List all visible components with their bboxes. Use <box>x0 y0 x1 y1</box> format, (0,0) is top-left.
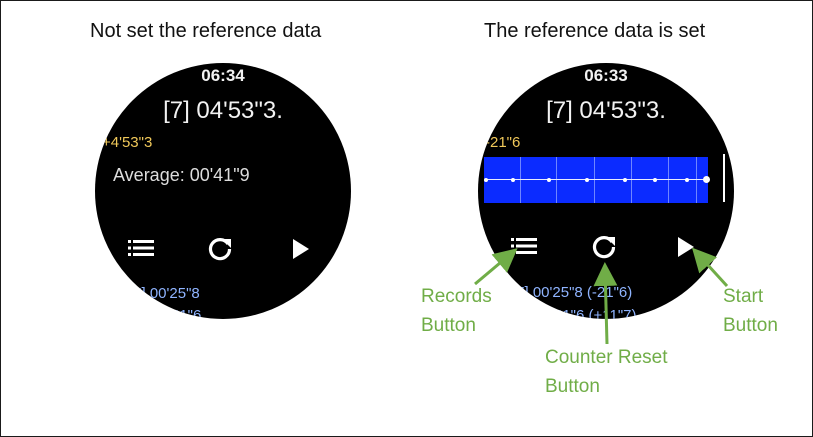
annotation-line: Button <box>723 315 778 336</box>
annotation-line: Counter Reset <box>545 347 668 368</box>
annotation-line: Start <box>723 286 764 307</box>
records-button-arrow <box>474 248 518 286</box>
annotation-arrows <box>474 247 729 345</box>
start-button-annotation: Start Button <box>723 282 778 340</box>
counter-reset-button-annotation: Counter Reset Button <box>545 343 668 401</box>
annotation-line: Button <box>545 376 600 397</box>
annotation-line: Records <box>421 286 492 307</box>
counter-reset-button-arrow <box>593 262 618 345</box>
start-button-arrow <box>691 247 729 288</box>
records-button-annotation: Records Button <box>421 282 492 340</box>
annotation-line: Button <box>421 315 476 336</box>
